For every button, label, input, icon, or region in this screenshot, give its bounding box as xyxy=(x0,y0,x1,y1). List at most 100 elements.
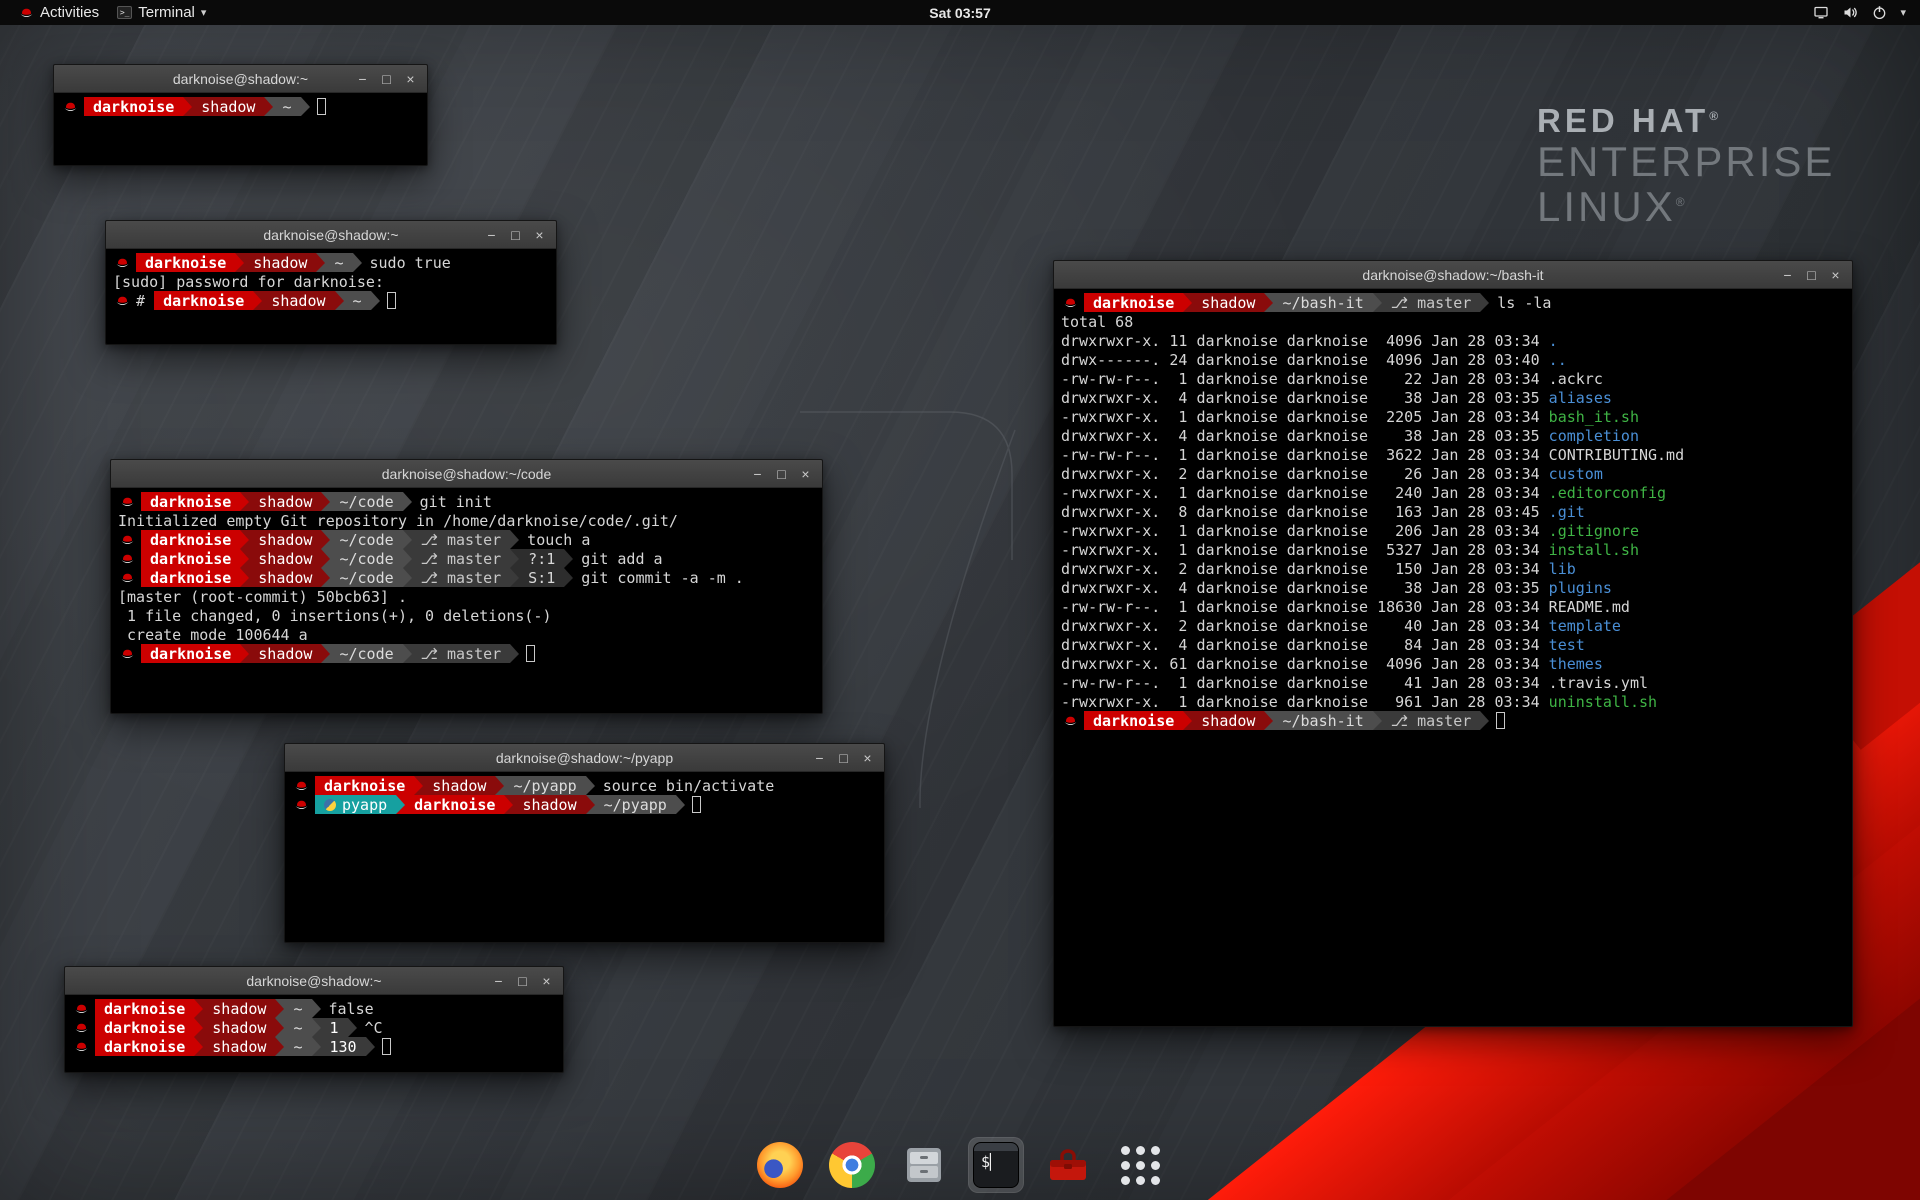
window-titlebar[interactable]: darknoise@shadow:~/code−□× xyxy=(111,460,822,488)
terminal-line: drwx------. 24 darknoise darknoise 4096 … xyxy=(1061,350,1845,369)
terminal-window-w4[interactable]: darknoise@shadow:~/pyapp−□ ×darknoiseshad… xyxy=(284,743,885,943)
maximize-button[interactable]: □ xyxy=(515,968,530,994)
window-buttons: −□ × xyxy=(484,222,556,248)
powerline-arrow xyxy=(403,530,412,549)
prompt-segment-git: ⎇ master xyxy=(1382,711,1481,730)
prompt-segment-user: darknoise xyxy=(136,253,235,272)
output-text: drwxrwxr-x. 2 darknoise darknoise 40 Jan… xyxy=(1061,616,1549,635)
output-text: bash_it.sh xyxy=(1549,407,1639,426)
output-text: drwxrwxr-x. 4 darknoise darknoise 84 Jan… xyxy=(1061,635,1549,654)
output-text: # xyxy=(136,291,154,310)
brand-redhat-line: RED HAT® xyxy=(1537,102,1835,140)
powerline-arrow xyxy=(564,568,573,587)
dock-software[interactable] xyxy=(1040,1137,1096,1193)
dock-app-grid[interactable] xyxy=(1112,1137,1168,1193)
prompt-segment-host: shadow xyxy=(1192,293,1264,312)
prompt-segment-user: darknoise xyxy=(141,568,240,587)
prompt-segment-user: darknoise xyxy=(141,644,240,663)
terminal-window-w1[interactable]: darknoise@shadow:~−□×darknoiseshadow~ xyxy=(53,64,428,166)
terminal-window-w6[interactable]: darknoise@shadow:~/bash-it−□×darknoisesh… xyxy=(1053,260,1853,1027)
brand-linux-line: LINUX® xyxy=(1537,185,1835,230)
redhat-prompt-icon xyxy=(74,1022,89,1033)
close-button[interactable]: × xyxy=(860,745,875,771)
terminal-line: -rw-rw-r--. 1 darknoise darknoise 3622 J… xyxy=(1061,445,1845,464)
terminal-line: # darknoiseshadow~ xyxy=(113,291,549,310)
powerline-arrow xyxy=(275,1037,284,1056)
terminal-window-w2[interactable]: darknoise@shadow:~−□×darknoiseshadow~sud… xyxy=(105,220,557,345)
maximize-button[interactable]: □ xyxy=(508,222,523,248)
prompt-segment-venv: pyapp xyxy=(315,795,396,814)
close-button[interactable]: × xyxy=(1828,262,1843,288)
terminal-line: drwxrwxr-x. 2 darknoise darknoise 40 Jan… xyxy=(1061,616,1845,635)
powerline-arrow xyxy=(403,549,412,568)
prompt-segment-user: darknoise xyxy=(405,795,504,814)
prompt-segment-path: ~/bash-it xyxy=(1273,711,1372,730)
redhat-prompt-icon xyxy=(120,553,135,564)
output-text: -rw-rw-r--. 1 darknoise darknoise 41 Jan… xyxy=(1061,673,1648,692)
close-button[interactable]: × xyxy=(532,222,547,248)
clock[interactable]: Sat 03:57 xyxy=(929,5,990,21)
maximize-button[interactable]: □ xyxy=(774,461,789,487)
window-titlebar[interactable]: darknoise@shadow:~/bash-it−□× xyxy=(1054,261,1852,289)
terminal-line: -rwxrwxr-x. 1 darknoise darknoise 240 Ja… xyxy=(1061,483,1845,502)
redhat-logo-icon xyxy=(19,7,34,18)
terminal-app-icon: $▏ xyxy=(973,1142,1019,1188)
terminal-content[interactable]: darknoiseshadow~/pyappsource bin/activat… xyxy=(285,772,884,818)
dock-firefox[interactable] xyxy=(752,1137,808,1193)
terminal-icon: >_ xyxy=(117,6,132,19)
minimize-button[interactable]: − xyxy=(484,222,499,248)
terminal-window-w5[interactable]: darknoise@shadow:~−□×darknoiseshadow~fal… xyxy=(64,966,564,1073)
output-text: total 68 xyxy=(1061,312,1133,331)
terminal-content[interactable]: darknoiseshadow~sudo true[sudo] password… xyxy=(106,249,556,314)
minimize-button[interactable]: − xyxy=(812,745,827,771)
minimize-button[interactable]: − xyxy=(491,968,506,994)
terminal-line: drwxrwxr-x. 4 darknoise darknoise 38 Jan… xyxy=(1061,578,1845,597)
terminal-content[interactable]: darknoiseshadow~/codegit initInitialized… xyxy=(111,488,822,667)
minimize-button[interactable]: − xyxy=(750,461,765,487)
output-text: -rwxrwxr-x. 1 darknoise darknoise 2205 J… xyxy=(1061,407,1549,426)
prompt-segment-user: darknoise xyxy=(95,1037,194,1056)
maximize-button[interactable]: □ xyxy=(1804,262,1819,288)
dock-terminal[interactable]: $▏ xyxy=(968,1137,1024,1193)
powerline-arrow xyxy=(414,776,423,795)
terminal-line: -rw-rw-r--. 1 darknoise darknoise 22 Jan… xyxy=(1061,369,1845,388)
dock-files[interactable] xyxy=(896,1137,952,1193)
redhat-prompt-icon xyxy=(120,534,135,545)
output-text: template xyxy=(1549,616,1621,635)
window-titlebar[interactable]: darknoise@shadow:~−□× xyxy=(54,65,427,93)
minimize-button[interactable]: − xyxy=(1780,262,1795,288)
terminal-line: darknoiseshadow~/codegit init xyxy=(118,492,815,511)
terminal-window-w3[interactable]: darknoise@shadow:~/code−□×darknoiseshado… xyxy=(110,459,823,714)
terminal-content[interactable]: darknoiseshadow~ xyxy=(54,93,427,120)
prompt-segment-path: ~ xyxy=(325,253,352,272)
terminal-cursor xyxy=(1496,712,1505,729)
terminal-content[interactable]: darknoiseshadow~/bash-it⎇ masterls -lato… xyxy=(1054,289,1852,734)
terminal-line: Initialized empty Git repository in /hom… xyxy=(118,511,815,530)
terminal-line: darknoiseshadow~false xyxy=(72,999,556,1018)
redhat-prompt-icon xyxy=(115,257,130,268)
redhat-prompt-icon xyxy=(294,799,309,810)
window-titlebar[interactable]: darknoise@shadow:~−□× xyxy=(106,221,556,249)
prompt-segment-host: shadow xyxy=(249,492,321,511)
close-button[interactable]: × xyxy=(798,461,813,487)
system-status-area[interactable]: ▾ xyxy=(1813,5,1910,20)
output-text: drwxrwxr-x. 8 darknoise darknoise 163 Ja… xyxy=(1061,502,1549,521)
prompt-segment-stat: ?:1 xyxy=(519,549,564,568)
close-button[interactable]: × xyxy=(403,66,418,92)
dock-chrome[interactable] xyxy=(824,1137,880,1193)
maximize-button[interactable]: □ xyxy=(379,66,394,92)
maximize-button[interactable]: □ xyxy=(836,745,851,771)
terminal-line: drwxrwxr-x. 2 darknoise darknoise 150 Ja… xyxy=(1061,559,1845,578)
window-titlebar[interactable]: darknoise@shadow:~−□× xyxy=(65,967,563,995)
window-titlebar[interactable]: darknoise@shadow:~/pyapp−□ × xyxy=(285,744,884,772)
minimize-button[interactable]: − xyxy=(355,66,370,92)
window-title: darknoise@shadow:~/pyapp xyxy=(285,750,884,766)
terminal-content[interactable]: darknoiseshadow~falsedarknoiseshadow~1^C… xyxy=(65,995,563,1060)
output-text: -rwxrwxr-x. 1 darknoise darknoise 206 Ja… xyxy=(1061,521,1549,540)
output-text: drwxrwxr-x. 2 darknoise darknoise 150 Ja… xyxy=(1061,559,1549,578)
terminal-cursor xyxy=(317,98,326,115)
close-button[interactable]: × xyxy=(539,968,554,994)
terminal-line: [sudo] password for darknoise: xyxy=(113,272,549,291)
app-menu-terminal[interactable]: >_ Terminal ▾ xyxy=(108,0,215,25)
activities-button[interactable]: Activities xyxy=(10,0,108,25)
